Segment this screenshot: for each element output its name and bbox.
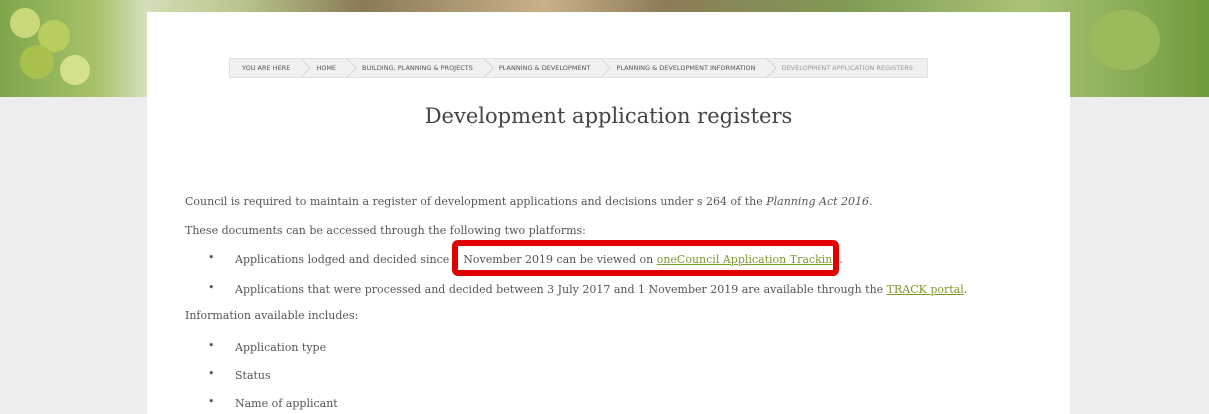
intro-text: Council is required to maintain a regist… (185, 195, 767, 208)
intro-end: . (869, 195, 873, 208)
list-item: Name of applicant (235, 397, 338, 410)
breadcrumb-building-planning[interactable]: BUILDING, PLANNING & PROJECTS (350, 59, 487, 77)
breadcrumb-current: DEVELOPMENT APPLICATION REGISTERS (781, 64, 913, 72)
breadcrumb-home[interactable]: HOME (304, 59, 350, 77)
info-text: Information available includes: (185, 309, 359, 322)
grapes-decoration (10, 8, 40, 38)
bullet-dot: • (208, 339, 215, 352)
bullet-dot: • (208, 281, 215, 294)
page-title: Development application registers (424, 104, 793, 128)
breadcrumb-planning-development[interactable]: PLANNING & DEVELOPMENT (487, 59, 605, 77)
list-item-track: Applications that were processed and dec… (235, 283, 967, 296)
bullet-dot: • (208, 251, 215, 264)
grapes-decoration (60, 55, 90, 85)
bullet-end: . (839, 253, 843, 266)
highlight-box (452, 240, 839, 276)
platforms-text: These documents can be accessed through … (185, 224, 586, 237)
bullet-end: . (963, 283, 968, 296)
breadcrumb-planning-info[interactable]: PLANNING & DEVELOPMENT INFORMATION (604, 59, 769, 77)
breadcrumb: YOU ARE HERE HOME BUILDING, PLANNING & P… (229, 58, 928, 78)
bullet-dot: • (208, 395, 215, 408)
grapes-decoration (20, 45, 54, 79)
list-item: Status (235, 369, 271, 382)
breadcrumb-you-are-here: YOU ARE HERE (230, 59, 304, 77)
bullet-text: Applications that were processed and dec… (235, 283, 887, 296)
list-item: Application type (235, 341, 327, 354)
intro-paragraph: Council is required to maintain a regist… (185, 195, 873, 208)
act-name: Planning Act 2016 (766, 195, 870, 208)
main-content: YOU ARE HERE HOME BUILDING, PLANNING & P… (147, 12, 1070, 414)
bullet-dot: • (208, 367, 215, 380)
track-portal-link[interactable]: TRACK portal (887, 283, 964, 296)
leaf-decoration (1090, 10, 1160, 70)
